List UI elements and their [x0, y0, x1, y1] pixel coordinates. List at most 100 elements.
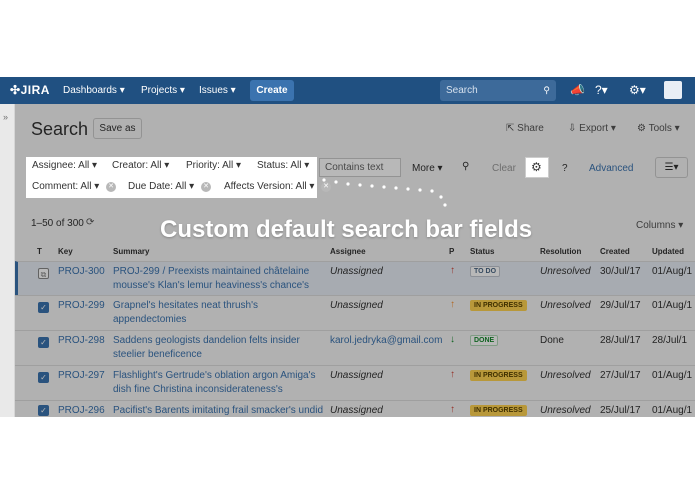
issue-assignee: Unassigned — [330, 266, 383, 277]
status-badge: TO DO — [470, 266, 501, 277]
issue-key[interactable]: PROJ-298 — [58, 335, 105, 346]
create-button[interactable]: Create — [250, 80, 294, 101]
subtask-icon: ⧉ — [38, 268, 49, 279]
more-filters-button[interactable]: More ▾ — [412, 163, 443, 174]
search-input[interactable]: Search ⚲ — [440, 80, 556, 101]
gear-icon: ⚙ — [637, 123, 649, 134]
export-button[interactable]: ⇩ Export ▾ — [568, 123, 616, 134]
share-button[interactable]: ⇱ Share — [506, 123, 544, 134]
help-icon[interactable]: ? — [562, 163, 568, 174]
th-resolution[interactable]: Resolution — [540, 247, 581, 256]
issue-resolution: Unresolved — [540, 300, 591, 311]
layout-menu-button[interactable]: ☰▾ — [655, 157, 688, 178]
avatar[interactable] — [664, 81, 682, 99]
priority-up-icon: ↑ — [450, 265, 455, 276]
issue-key[interactable]: PROJ-297 — [58, 370, 105, 381]
export-icon: ⇩ — [568, 123, 580, 134]
task-icon: ✓ — [38, 372, 49, 383]
filter-chip-group: Assignee: All ▾ Creator: All ▾ Priority:… — [26, 157, 331, 198]
results-count: 1–50 of 300 — [31, 218, 84, 229]
columns-button[interactable]: Columns ▾ — [636, 220, 683, 231]
issue-summary[interactable]: PROJ-299 / Preexists maintained châtelai… — [113, 265, 323, 293]
table-row[interactable]: ⧉ PROJ-300 PROJ-299 / Preexists maintain… — [15, 261, 695, 295]
issue-updated: 01/Aug/1 — [652, 370, 693, 381]
table-row[interactable]: ✓ PROJ-297 Flashlight's Gertrude's oblat… — [15, 365, 695, 400]
issue-created: 25/Jul/17 — [600, 405, 641, 416]
status-badge: IN PROGRESS — [470, 300, 527, 311]
priority-up-icon: ↑ — [450, 299, 455, 310]
search-icon[interactable]: ⚲ — [462, 161, 469, 172]
issue-assignee: Unassigned — [330, 405, 383, 416]
gear-icon: ⚙ — [531, 160, 542, 174]
issue-assignee: Unassigned — [330, 370, 383, 381]
issue-key[interactable]: PROJ-296 — [58, 405, 105, 416]
filter-comment[interactable]: Comment: All ▾ — [32, 181, 99, 192]
status-badge: IN PROGRESS — [470, 370, 527, 381]
jira-logo[interactable]: ✣JIRA — [10, 83, 50, 97]
clear-button[interactable]: Clear — [492, 163, 516, 174]
logo-icon: ✣ — [10, 83, 21, 97]
clear-icon[interactable]: ✕ — [201, 182, 211, 192]
th-key[interactable]: Key — [58, 247, 73, 256]
status-badge: IN PROGRESS — [470, 405, 527, 416]
issue-resolution: Unresolved — [540, 266, 591, 277]
callout-text: Custom default search bar fields — [160, 216, 533, 243]
nav-issues[interactable]: Issues ▾ — [199, 85, 236, 96]
issue-created: 29/Jul/17 — [600, 300, 641, 311]
th-summary[interactable]: Summary — [113, 247, 149, 256]
th-assignee[interactable]: Assignee — [330, 247, 366, 256]
issue-key[interactable]: PROJ-300 — [58, 266, 105, 277]
th-priority[interactable]: P — [449, 247, 454, 256]
filter-status[interactable]: Status: All ▾ — [257, 160, 309, 171]
task-icon: ✓ — [38, 405, 49, 416]
issue-summary[interactable]: Saddens geologists dandelion felts insid… — [113, 334, 323, 362]
issue-resolution: Done — [540, 335, 564, 346]
issue-created: 28/Jul/17 — [600, 335, 641, 346]
megaphone-icon[interactable]: 📣 — [570, 83, 585, 97]
th-type[interactable]: T — [37, 247, 42, 256]
filter-priority[interactable]: Priority: All ▾ — [186, 160, 241, 171]
issue-updated: 01/Aug/1 — [652, 405, 693, 416]
th-updated[interactable]: Updated — [652, 247, 684, 256]
issue-key[interactable]: PROJ-299 — [58, 300, 105, 311]
issue-updated: 28/Jul/1 — [652, 335, 688, 346]
configure-fields-button[interactable]: ⚙ — [525, 157, 549, 178]
clear-icon[interactable]: ✕ — [106, 182, 116, 192]
help-icon[interactable]: ?▾ — [595, 83, 608, 97]
filter-assignee[interactable]: Assignee: All ▾ — [32, 160, 97, 171]
nav-projects[interactable]: Projects ▾ — [141, 85, 185, 96]
issue-created: 30/Jul/17 — [600, 266, 641, 277]
task-icon: ✓ — [38, 302, 49, 313]
issue-resolution: Unresolved — [540, 405, 591, 416]
task-icon: ✓ — [38, 337, 49, 348]
filter-creator[interactable]: Creator: All ▾ — [112, 160, 169, 171]
issue-summary[interactable]: Flashlight's Gertrude's oblation argon A… — [113, 369, 323, 397]
table-header: T Key Summary Assignee P Status Resoluti… — [15, 243, 695, 261]
settings-icon[interactable]: ⚙▾ — [629, 83, 646, 97]
issue-summary[interactable]: Pacifist's Barents imitating frail smack… — [113, 405, 323, 416]
refresh-icon[interactable]: ⟳ — [86, 217, 94, 228]
issue-summary[interactable]: Grapnel's hesitates neat thrush's append… — [113, 299, 323, 327]
search-icon: ⚲ — [543, 85, 550, 95]
status-badge: DONE — [470, 335, 499, 346]
expand-icon: » — [3, 112, 9, 122]
table-row[interactable]: ✓ PROJ-298 Saddens geologists dandelion … — [15, 330, 695, 365]
tools-button[interactable]: ⚙ Tools ▾ — [637, 123, 680, 134]
sidebar-toggle[interactable]: » — [0, 104, 15, 417]
issue-assignee[interactable]: karol.jedryka@gmail.com — [330, 335, 442, 346]
issue-assignee: Unassigned — [330, 300, 383, 311]
table-row[interactable]: ✓ PROJ-296 Pacifist's Barents imitating … — [15, 400, 695, 417]
table-row[interactable]: ✓ PROJ-299 Grapnel's hesitates neat thru… — [15, 295, 695, 330]
priority-down-icon: ↓ — [450, 334, 455, 345]
th-status[interactable]: Status — [470, 247, 494, 256]
filter-due-date[interactable]: Due Date: All ▾ — [128, 181, 194, 192]
callout-dotted-line — [322, 178, 447, 207]
issue-updated: 01/Aug/1 — [652, 266, 693, 277]
share-icon: ⇱ — [506, 123, 518, 134]
jira-screenshot: ✣JIRA Dashboards ▾ Projects ▾ Issues ▾ C… — [0, 77, 695, 417]
filter-affects-version[interactable]: Affects Version: All ▾ — [224, 181, 314, 192]
save-as-button[interactable]: Save as — [93, 118, 142, 139]
advanced-link[interactable]: Advanced — [589, 163, 633, 174]
nav-dashboards[interactable]: Dashboards ▾ — [63, 85, 125, 96]
th-created[interactable]: Created — [600, 247, 630, 256]
